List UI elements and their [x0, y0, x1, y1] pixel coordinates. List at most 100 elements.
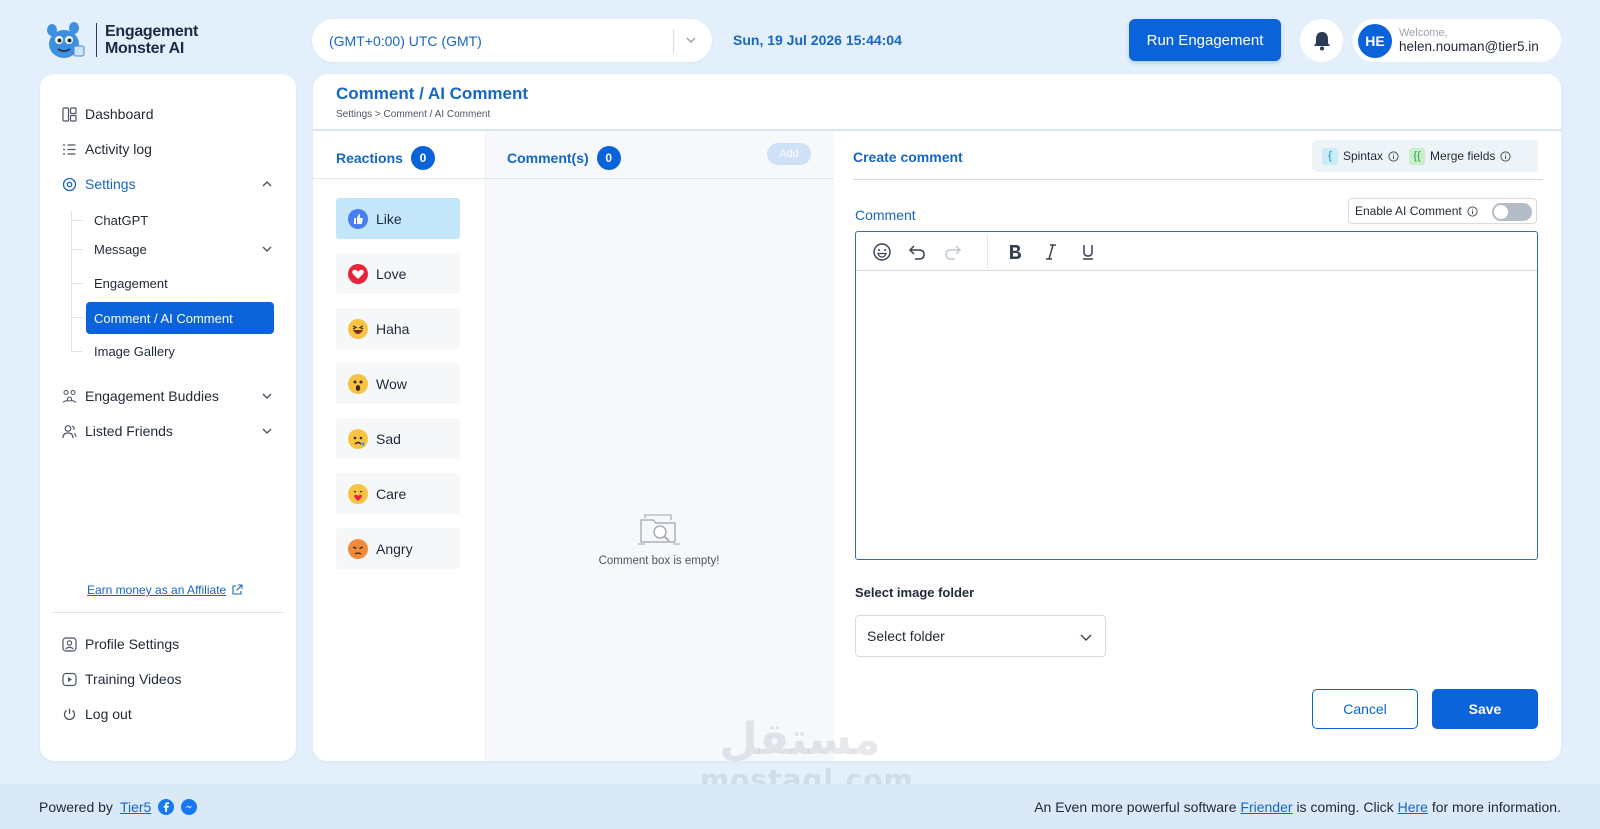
- bold-icon: [1010, 245, 1021, 259]
- select-image-folder-label: Select image folder: [855, 585, 975, 600]
- tree-branch: [71, 351, 83, 352]
- sidebar-item-profile-settings[interactable]: Profile Settings: [62, 633, 179, 655]
- messenger-icon[interactable]: [181, 798, 198, 815]
- toolbar-separator: [987, 235, 988, 268]
- sidebar-subitem-image-gallery[interactable]: Image Gallery: [94, 341, 175, 361]
- sidebar-subitem-label: Message: [94, 241, 147, 257]
- undo-icon: [908, 245, 925, 260]
- image-folder-select[interactable]: Select folder: [855, 615, 1106, 657]
- brand-line-2: Monster AI: [105, 40, 185, 57]
- sidebar-item-activity-log[interactable]: Activity log: [62, 138, 152, 160]
- merge-fields-pill[interactable]: {{ Merge fields: [1409, 147, 1512, 165]
- cancel-button[interactable]: Cancel: [1312, 689, 1418, 729]
- footer-msg-after: for more information.: [1431, 798, 1561, 815]
- user-menu[interactable]: HE Welcome, helen.nouman@tier5.in: [1353, 19, 1561, 62]
- create-header-divider: [853, 179, 1543, 180]
- watermark-arabic: مستقل: [719, 714, 881, 765]
- reaction-label: Wow: [376, 375, 407, 392]
- reaction-wow[interactable]: Wow: [336, 363, 460, 404]
- underline-icon: [1083, 245, 1093, 260]
- enable-ai-comment-toggle[interactable]: Enable AI Comment: [1348, 198, 1537, 224]
- here-link[interactable]: Here: [1398, 799, 1428, 815]
- redo-button[interactable]: [941, 240, 965, 264]
- care-icon: [348, 483, 368, 504]
- italic-button[interactable]: [1039, 240, 1063, 264]
- tree-branch: [71, 249, 83, 250]
- reaction-label: Angry: [376, 540, 413, 557]
- emoji-button[interactable]: [870, 240, 894, 264]
- monster-mascot-icon: [47, 22, 85, 58]
- chevron-down-icon: [686, 37, 696, 44]
- reactions-header: Reactions 0: [336, 146, 435, 170]
- sidebar-subitem-engagement[interactable]: Engagement: [94, 273, 168, 293]
- sidebar-divider: [52, 612, 284, 613]
- reaction-angry[interactable]: Angry: [336, 528, 460, 569]
- logo-divider: [96, 23, 97, 57]
- ai-comment-switch[interactable]: [1492, 203, 1532, 221]
- footer: Powered by Tier5 An Even more powerful s…: [0, 784, 1600, 829]
- underline-button[interactable]: [1076, 240, 1100, 264]
- sidebar-item-logout[interactable]: Log out: [62, 703, 132, 725]
- affiliate-label: Earn money as an Affiliate: [87, 583, 227, 597]
- select-separator: [673, 29, 674, 53]
- profile-icon: [62, 636, 77, 652]
- info-icon: [1500, 150, 1512, 162]
- create-comment-title: Create comment: [853, 149, 963, 165]
- sidebar-subitem-message[interactable]: Message: [94, 239, 274, 259]
- chevron-down-icon: [262, 428, 272, 434]
- bold-button[interactable]: [1003, 240, 1027, 264]
- sidebar-item-label: Listed Friends: [85, 423, 173, 439]
- user-info: Welcome, helen.nouman@tier5.in: [1399, 27, 1539, 54]
- redo-icon: [945, 245, 962, 260]
- sidebar-item-training-videos[interactable]: Training Videos: [62, 668, 182, 690]
- spintax-label: Spintax: [1343, 149, 1384, 163]
- sidebar: Dashboard Activity log Settings ChatGPT …: [40, 74, 296, 761]
- sidebar-item-label: Log out: [85, 706, 132, 722]
- tier5-link[interactable]: Tier5: [120, 799, 151, 815]
- love-icon: [348, 263, 368, 284]
- external-link-icon: [232, 584, 243, 595]
- enable-ai-label: Enable AI Comment: [1355, 204, 1462, 218]
- spintax-pill[interactable]: { Spintax: [1322, 147, 1399, 165]
- brand-name: Engagement Monster AI: [105, 23, 198, 57]
- sidebar-item-engagement-buddies[interactable]: Engagement Buddies: [62, 385, 274, 407]
- sidebar-subitem-chatgpt[interactable]: ChatGPT: [94, 210, 148, 230]
- editor-content-area[interactable]: [856, 271, 1537, 559]
- comments-empty-state: Comment box is empty!: [484, 510, 834, 567]
- welcome-text: Welcome,: [1399, 27, 1448, 39]
- comments-title: Comment(s): [507, 150, 589, 166]
- sidebar-item-settings[interactable]: Settings: [62, 173, 274, 195]
- reaction-haha[interactable]: Haha: [336, 308, 460, 349]
- notifications-button[interactable]: [1300, 19, 1343, 62]
- facebook-icon[interactable]: [158, 798, 175, 815]
- reaction-like[interactable]: Like: [336, 198, 460, 239]
- reaction-sad[interactable]: Sad: [336, 418, 460, 459]
- tree-branch: [71, 317, 83, 318]
- reaction-care[interactable]: Care: [336, 473, 460, 514]
- reactions-count-badge: 0: [410, 146, 435, 170]
- undo-button[interactable]: [905, 240, 929, 264]
- friender-link[interactable]: Friender: [1240, 799, 1292, 815]
- helper-pills: { Spintax {{ Merge fields: [1312, 140, 1538, 172]
- reaction-label: Love: [376, 265, 407, 282]
- dashboard-icon: [62, 106, 77, 122]
- reaction-label: Care: [376, 485, 407, 502]
- video-icon: [62, 672, 77, 686]
- sidebar-subitem-comment-ai-comment[interactable]: Comment / AI Comment: [86, 302, 274, 334]
- affiliate-link[interactable]: Earn money as an Affiliate: [87, 583, 243, 597]
- run-engagement-button[interactable]: Run Engagement: [1129, 19, 1281, 61]
- save-button[interactable]: Save: [1432, 689, 1538, 729]
- footer-powered-by: Powered by Tier5: [39, 798, 198, 815]
- sidebar-item-dashboard[interactable]: Dashboard: [62, 103, 154, 125]
- like-icon: [348, 208, 368, 229]
- current-datetime: Sun, 19 Jul 2026 15:44:04: [733, 32, 902, 48]
- powered-by-label: Powered by: [39, 798, 113, 815]
- reaction-love[interactable]: Love: [336, 253, 460, 294]
- folder-select-value: Select folder: [867, 628, 945, 644]
- merge-fields-label: Merge fields: [1430, 149, 1496, 163]
- timezone-select[interactable]: (GMT+0:00) UTC (GMT): [312, 19, 712, 62]
- add-comment-button[interactable]: Add: [767, 143, 811, 165]
- brand-logo[interactable]: Engagement Monster AI: [42, 20, 198, 60]
- italic-icon: [1046, 244, 1056, 260]
- sidebar-item-listed-friends[interactable]: Listed Friends: [62, 420, 274, 442]
